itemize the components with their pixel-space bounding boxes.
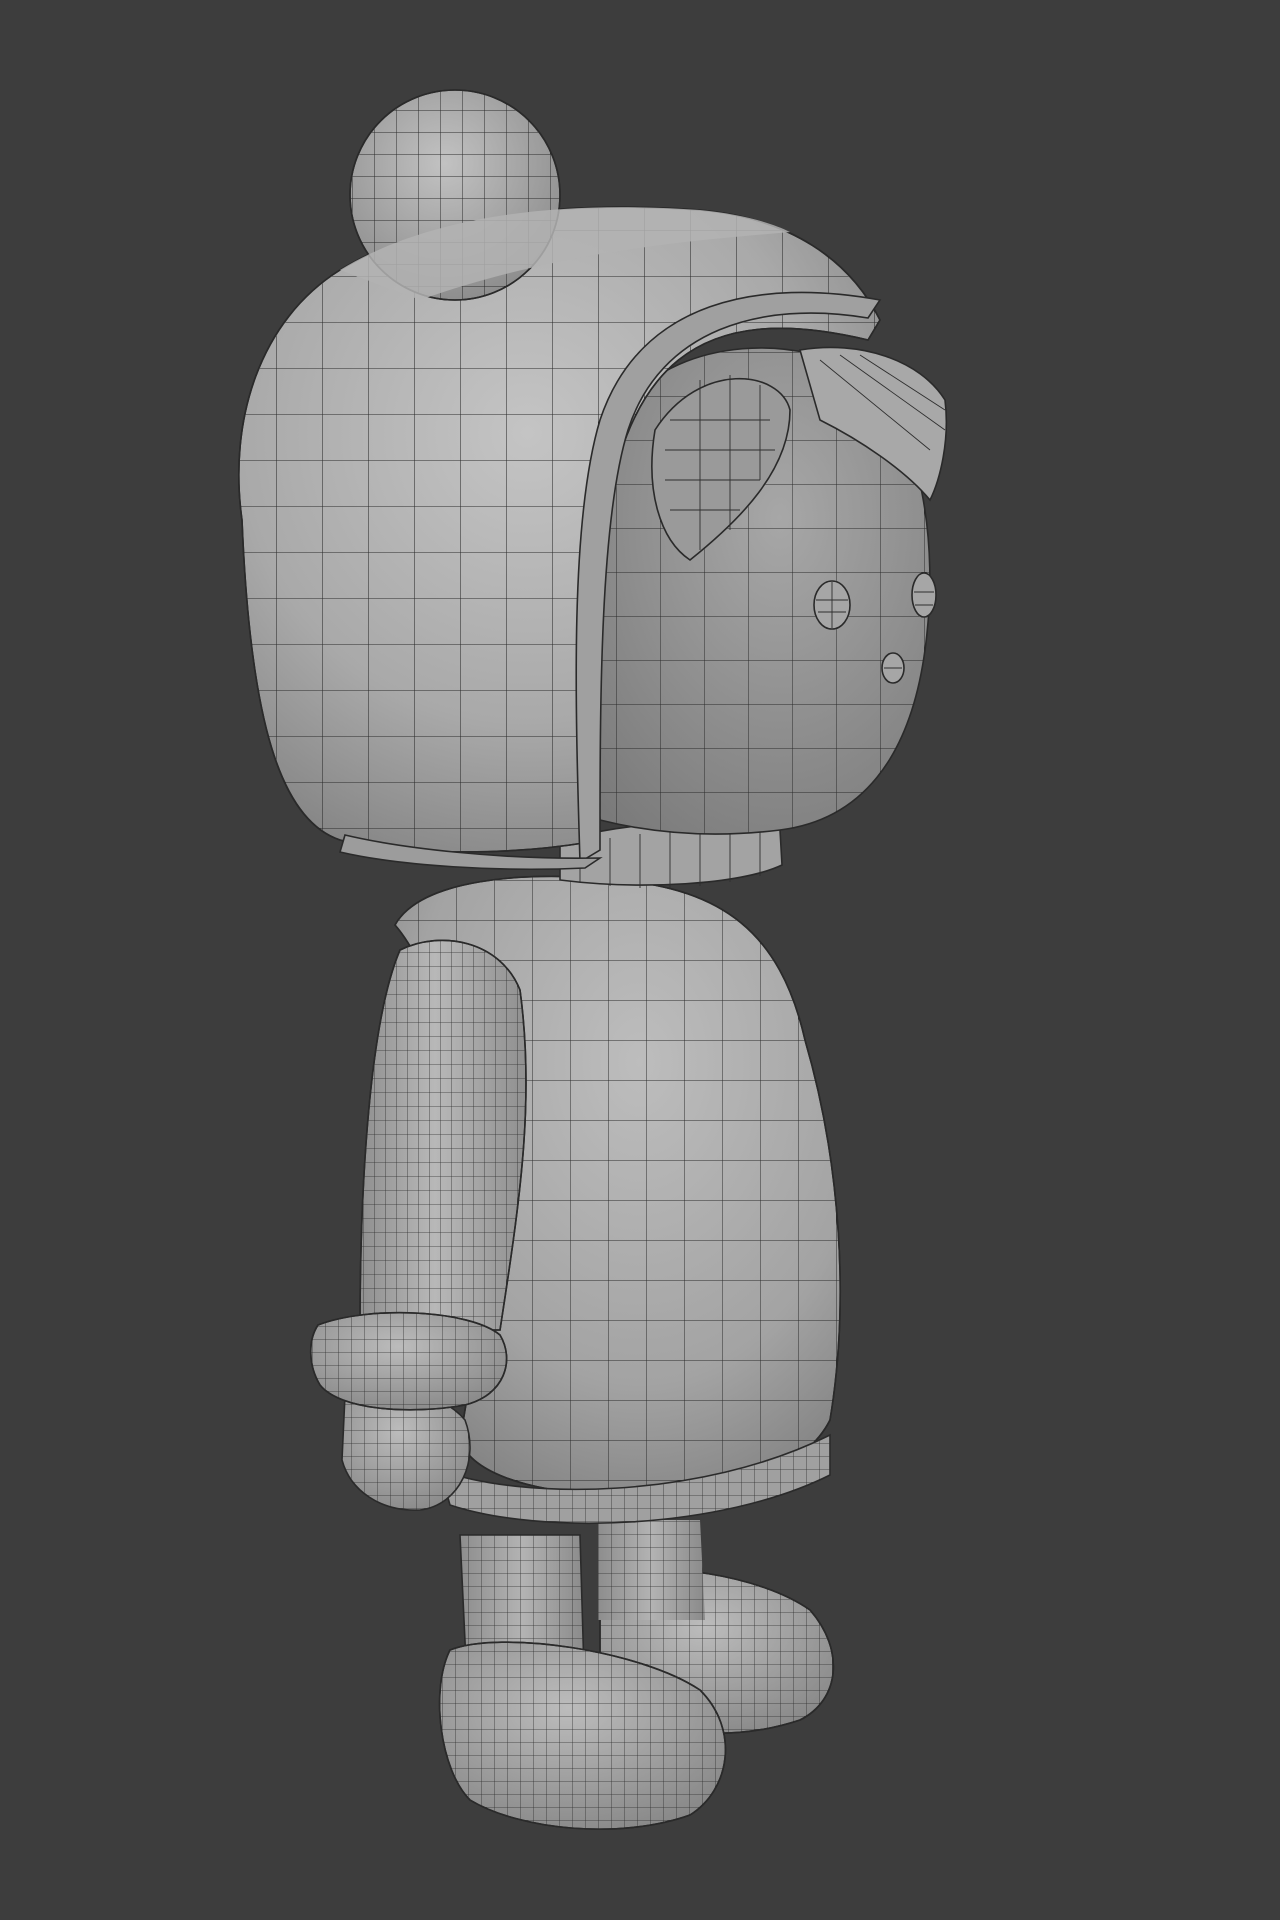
eye-right-icon xyxy=(911,572,937,618)
face[interactable] xyxy=(590,330,948,840)
3d-viewport[interactable] xyxy=(0,0,1280,1920)
viewport-canvas[interactable] xyxy=(0,0,1280,1920)
leg-back[interactable] xyxy=(590,1510,710,1630)
